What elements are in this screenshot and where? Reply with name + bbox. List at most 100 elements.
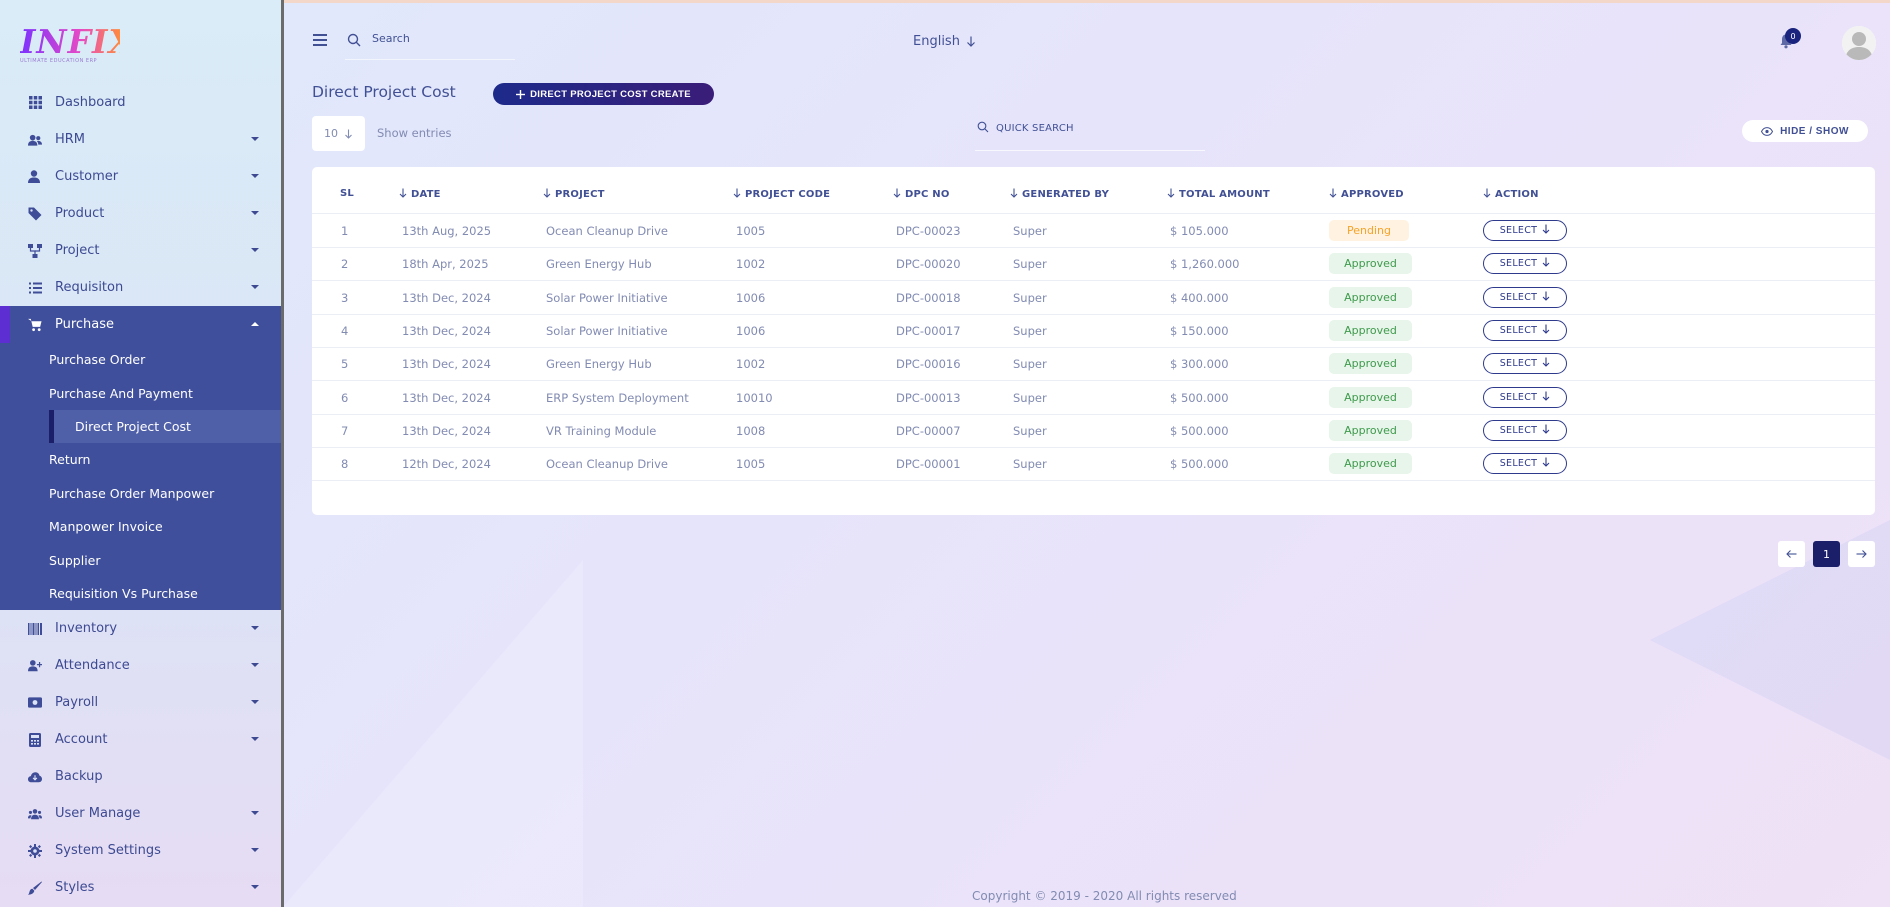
footer-copyright: Copyright © 2019 - 2020 All rights reser… bbox=[972, 889, 1237, 903]
sort-arrow-icon bbox=[1167, 188, 1175, 201]
submenu-item-manpower-invoice[interactable]: Manpower Invoice bbox=[0, 510, 281, 543]
sidebar-item-label: Project bbox=[55, 243, 100, 258]
sl-cell: 2 bbox=[341, 257, 349, 272]
dpc-no-cell: DPC-00013 bbox=[896, 390, 961, 405]
select-action-button[interactable]: SELECT bbox=[1483, 220, 1567, 241]
sidebar-item-label: Dashboard bbox=[55, 95, 126, 110]
arrow-down-icon bbox=[1542, 424, 1550, 437]
eye-icon bbox=[1761, 126, 1774, 136]
table-row: 1 13th Aug, 2025 Ocean Cleanup Drive 1005 DP… bbox=[312, 215, 1875, 248]
entries-select[interactable]: 10 bbox=[312, 116, 365, 151]
sl-cell: 7 bbox=[341, 423, 349, 438]
generated-by-cell: Super bbox=[1013, 423, 1047, 438]
hide-show-label: HIDE / SHOW bbox=[1780, 125, 1849, 137]
date-cell: 13th Dec, 2024 bbox=[402, 357, 491, 372]
select-action-button[interactable]: SELECT bbox=[1483, 286, 1567, 308]
select-action-button[interactable]: SELECT bbox=[1483, 453, 1567, 475]
arrow-left-icon bbox=[1786, 550, 1797, 558]
sidebar-item-backup[interactable]: Backup bbox=[0, 758, 281, 795]
generated-by-cell: Super bbox=[1013, 290, 1047, 305]
column-header-date[interactable]: DATE bbox=[399, 188, 441, 201]
column-header-project[interactable]: PROJECT bbox=[543, 188, 605, 201]
submenu-item-purchase-order-manpower[interactable]: Purchase Order Manpower bbox=[0, 477, 281, 510]
sidebar-item-label: System Settings bbox=[55, 843, 161, 859]
select-action-button[interactable]: SELECT bbox=[1483, 353, 1567, 375]
select-action-button[interactable]: SELECT bbox=[1483, 319, 1567, 341]
submenu-item-purchase-order[interactable]: Purchase Order bbox=[0, 343, 281, 376]
submenu-item-direct-project-cost[interactable]: Direct Project Cost bbox=[49, 409, 281, 444]
column-header-action[interactable]: ACTION bbox=[1483, 188, 1539, 201]
select-action-button[interactable]: SELECT bbox=[1483, 253, 1567, 275]
submenu-item-requisition-vs-purchase[interactable]: Requisition Vs Purchase bbox=[0, 577, 281, 610]
tag-icon bbox=[28, 207, 42, 221]
column-header-approved[interactable]: APPROVED bbox=[1329, 188, 1404, 201]
sl-cell: 3 bbox=[341, 290, 349, 305]
sl-cell: 4 bbox=[341, 323, 349, 338]
sidebar-item-styles[interactable]: Styles bbox=[0, 869, 281, 906]
status-badge: Approved bbox=[1329, 353, 1412, 375]
sidebar-item-requisiton[interactable]: Requisiton bbox=[0, 269, 281, 306]
sidebar-item-payroll[interactable]: Payroll bbox=[0, 684, 281, 721]
submenu-item-return[interactable]: Return bbox=[0, 443, 281, 476]
sidebar-item-attendance[interactable]: Attendance bbox=[0, 647, 281, 684]
total-amount-cell: $ 300.000 bbox=[1170, 357, 1229, 372]
column-header-dpc-no[interactable]: DPC NO bbox=[893, 188, 950, 201]
table-header: SL DATE PROJECT PROJECT CODE DPC NO GENERATED… bbox=[312, 188, 1875, 214]
select-button-label: SELECT bbox=[1499, 258, 1538, 270]
language-selector[interactable]: English bbox=[913, 34, 976, 49]
total-amount-cell: $ 500.000 bbox=[1170, 457, 1229, 472]
sidebar-item-project[interactable]: Project bbox=[0, 232, 281, 269]
column-header-sl[interactable]: SL bbox=[340, 188, 354, 199]
sort-arrow-icon bbox=[399, 188, 407, 201]
column-header-label: SL bbox=[340, 188, 354, 199]
sidebar-item-product[interactable]: Product bbox=[0, 195, 281, 232]
select-action-button[interactable]: SELECT bbox=[1483, 386, 1567, 408]
pagination-next-button[interactable] bbox=[1848, 541, 1875, 567]
search-input[interactable] bbox=[372, 32, 512, 45]
column-header-label: PROJECT bbox=[555, 189, 605, 200]
sort-arrow-icon bbox=[1010, 188, 1018, 201]
table-row: 3 13th Dec, 2024 Solar Power Initiative 100… bbox=[312, 282, 1875, 315]
sidebar-item-user-manage[interactable]: User Manage bbox=[0, 795, 281, 832]
quick-search-input[interactable] bbox=[996, 123, 1186, 134]
date-cell: 12th Dec, 2024 bbox=[402, 457, 491, 472]
sidebar-item-customer[interactable]: Customer bbox=[0, 158, 281, 195]
date-cell: 13th Dec, 2024 bbox=[402, 423, 491, 438]
project-cell: ERP System Deployment bbox=[546, 390, 689, 405]
language-label: English bbox=[913, 34, 960, 49]
sl-cell: 8 bbox=[341, 457, 349, 472]
avatar[interactable] bbox=[1842, 26, 1876, 60]
total-amount-cell: $ 105.000 bbox=[1170, 224, 1229, 238]
sidebar-item-system-settings[interactable]: System Settings bbox=[0, 832, 281, 869]
sidebar-item-label: Customer bbox=[55, 169, 119, 184]
sidebar-item-label: User Manage bbox=[55, 806, 141, 822]
logo[interactable]: INFIX ULTIMATE EDUCATION ERP bbox=[20, 22, 136, 66]
user-avatar-icon bbox=[1842, 26, 1876, 60]
sidebar-item-inventory[interactable]: Inventory bbox=[0, 610, 281, 647]
logo-text: INFIX bbox=[20, 22, 136, 61]
create-direct-project-cost-button[interactable]: DIRECT PROJECT COST CREATE bbox=[493, 83, 714, 105]
sidebar-item-label: Attendance bbox=[55, 658, 130, 674]
column-header-total-amount[interactable]: TOTAL AMOUNT bbox=[1167, 188, 1270, 201]
dpc-no-cell: DPC-00023 bbox=[896, 224, 961, 238]
column-header-generated-by[interactable]: GENERATED BY bbox=[1010, 188, 1109, 201]
arrow-right-icon bbox=[1856, 550, 1867, 558]
pagination-page-current[interactable]: 1 bbox=[1813, 541, 1840, 567]
caret-down-icon bbox=[251, 137, 259, 141]
table-row: 2 18th Apr, 2025 Green Energy Hub 1002 DPC-0… bbox=[312, 248, 1875, 282]
pagination-prev-button[interactable] bbox=[1778, 541, 1805, 567]
caret-down-icon bbox=[251, 248, 259, 252]
sidebar-scrollbar[interactable] bbox=[281, 0, 284, 907]
sidebar-item-dashboard[interactable]: Dashboard bbox=[0, 84, 281, 121]
sidebar-item-purchase[interactable]: Purchase bbox=[0, 306, 281, 343]
submenu-item-supplier[interactable]: Supplier bbox=[0, 543, 281, 576]
column-header-project-code[interactable]: PROJECT CODE bbox=[733, 188, 830, 201]
select-action-button[interactable]: SELECT bbox=[1483, 419, 1567, 441]
menu-toggle-icon[interactable] bbox=[313, 34, 327, 46]
caret-down-icon bbox=[251, 211, 259, 215]
hide-show-button[interactable]: HIDE / SHOW bbox=[1742, 120, 1868, 142]
sidebar-item-account[interactable]: Account bbox=[0, 721, 281, 758]
submenu-item-purchase-and-payment[interactable]: Purchase And Payment bbox=[0, 376, 281, 409]
sidebar-item-hrm[interactable]: HRM bbox=[0, 121, 281, 158]
project-cell: Solar Power Initiative bbox=[546, 323, 668, 338]
